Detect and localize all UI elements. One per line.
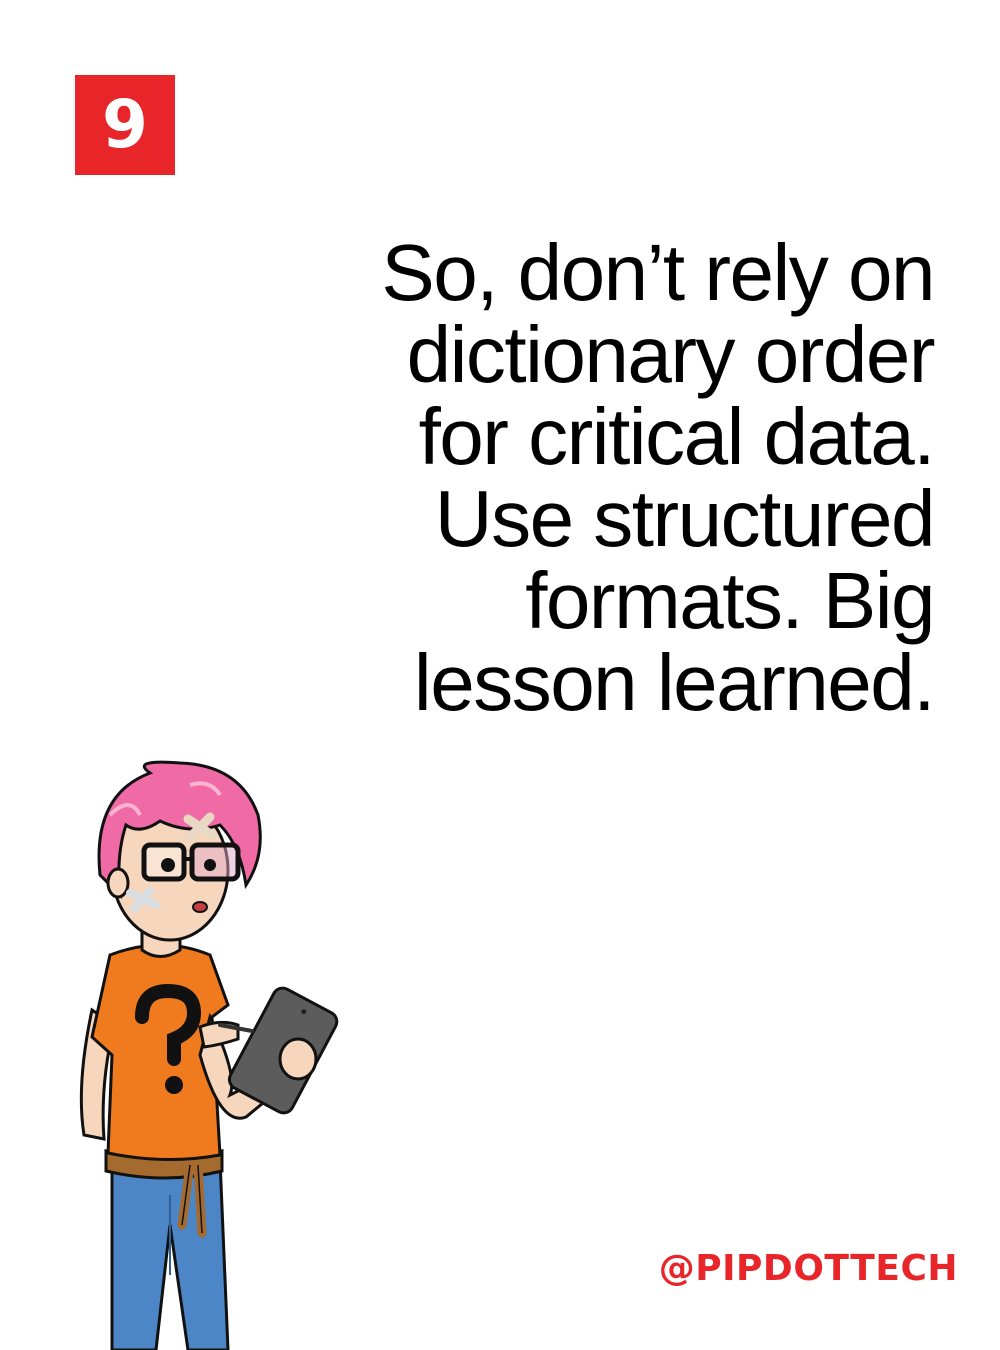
page-number-badge: 9	[75, 75, 175, 175]
character-illustration	[79, 760, 339, 1350]
page-number: 9	[102, 86, 148, 163]
text-line: dictionary order	[406, 310, 936, 399]
text-line: for critical data.	[418, 392, 936, 481]
text-line: So, don’t rely on	[381, 228, 935, 317]
social-handle: @PIPDOTTECH	[658, 1248, 958, 1289]
text-line: Use structured	[434, 474, 936, 563]
text-line: lesson learned.	[413, 638, 936, 727]
text-line: formats. Big	[525, 556, 935, 645]
body-text: So, don’t rely on dictionary order for c…	[294, 228, 936, 727]
